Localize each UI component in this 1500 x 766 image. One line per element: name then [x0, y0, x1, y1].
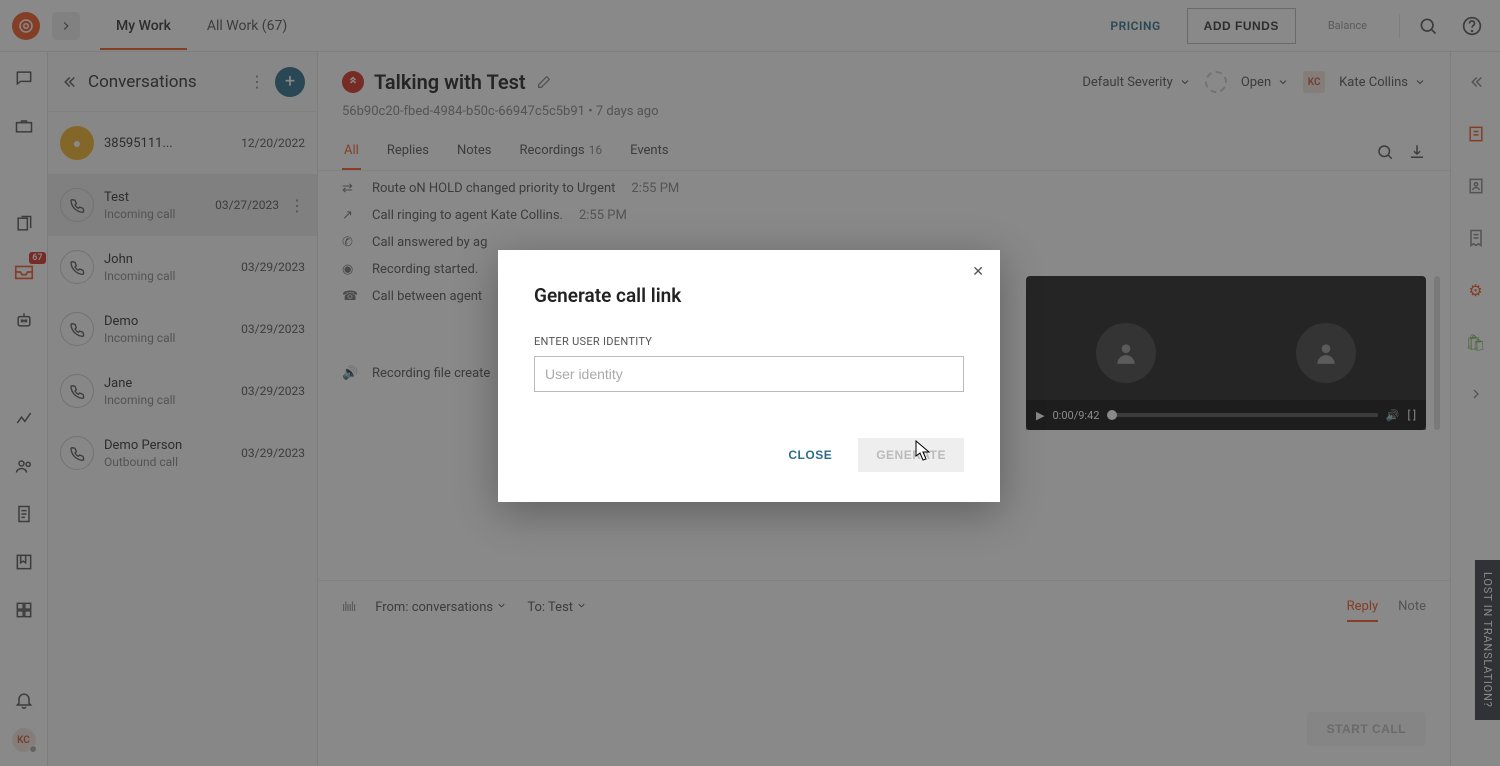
- generate-call-link-modal: ✕ Generate call link ENTER USER IDENTITY…: [498, 250, 1000, 502]
- close-icon[interactable]: ✕: [972, 264, 984, 280]
- modal-label: ENTER USER IDENTITY: [534, 335, 964, 348]
- close-button[interactable]: CLOSE: [772, 438, 848, 472]
- user-identity-input[interactable]: [534, 356, 964, 392]
- generate-button[interactable]: GENERATE: [858, 438, 964, 472]
- modal-title: Generate call link: [534, 284, 964, 307]
- cursor-icon: [915, 440, 931, 462]
